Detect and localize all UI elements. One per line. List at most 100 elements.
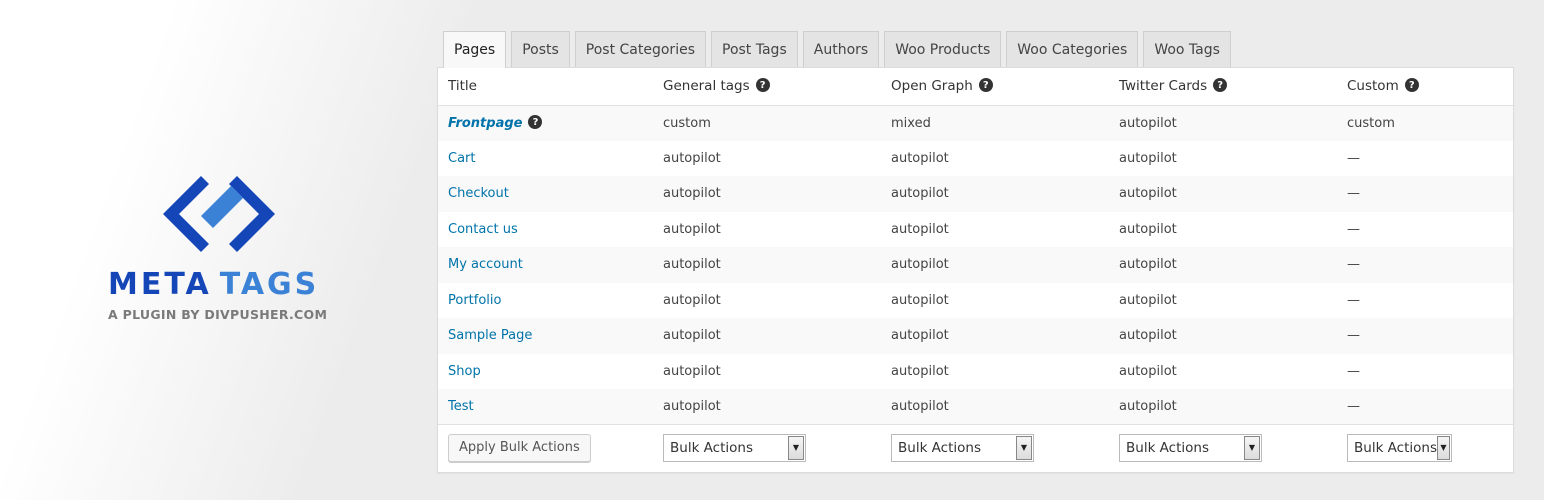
open-graph-cell: autopilot: [891, 221, 949, 237]
bulk-actions-select-general-tags[interactable]: Bulk Actions ▼: [663, 433, 806, 462]
custom-cell: —: [1337, 247, 1513, 283]
bulk-actions-select-value: Bulk Actions: [1126, 439, 1209, 456]
row-title-cell: Sample Page: [438, 318, 653, 354]
custom-cell: —: [1347, 150, 1360, 166]
general-tags-cell: autopilot: [663, 363, 721, 379]
meta-tags-logo-icon: [163, 176, 275, 252]
custom-cell: custom: [1337, 105, 1513, 141]
table-row: Frontpage? custom mixed autopilot custom: [438, 105, 1513, 141]
twitter-cards-cell: autopilot: [1109, 389, 1337, 425]
tab-post-tags[interactable]: Post Tags: [711, 31, 798, 67]
general-tags-cell: autopilot: [653, 389, 881, 425]
table-header-row: Title General tags? Open Graph? Twitter …: [438, 68, 1513, 106]
tab-pages[interactable]: Pages: [443, 31, 507, 68]
custom-cell: —: [1337, 318, 1513, 354]
column-header-title: Title: [438, 68, 653, 106]
row-title-link[interactable]: Checkout: [448, 186, 509, 201]
tab-woo-categories[interactable]: Woo Categories: [1006, 31, 1139, 67]
custom-cell: —: [1337, 176, 1513, 212]
custom-cell: —: [1347, 292, 1360, 308]
general-tags-cell: autopilot: [663, 292, 721, 308]
general-tags-cell: autopilot: [653, 318, 881, 354]
open-graph-cell: autopilot: [891, 363, 949, 379]
table-row: Test autopilot autopilot autopilot —: [438, 389, 1513, 425]
help-icon[interactable]: ?: [978, 78, 993, 93]
column-header-general-tags: General tags?: [653, 68, 881, 106]
column-header-open-graph: Open Graph?: [881, 68, 1109, 106]
dropdown-arrow-icon: ▼: [1016, 435, 1032, 460]
help-icon[interactable]: ?: [1404, 78, 1419, 93]
brand-block: META TAGS A PLUGIN BY DIVPUSHER.COM: [108, 174, 330, 322]
twitter-cards-cell: autopilot: [1119, 292, 1177, 308]
bulk-actions-select-custom[interactable]: Bulk Actions ▼: [1347, 433, 1452, 462]
tab-woo-tags[interactable]: Woo Tags: [1143, 31, 1231, 67]
column-custom-label: Custom: [1347, 78, 1399, 95]
open-graph-cell: autopilot: [891, 292, 949, 308]
twitter-cards-cell: autopilot: [1109, 176, 1337, 212]
row-title-cell: My account: [438, 247, 653, 283]
twitter-cards-cell: autopilot: [1109, 105, 1337, 141]
bulk-actions-select-value: Bulk Actions: [1354, 439, 1437, 456]
column-open-graph-label: Open Graph: [891, 78, 973, 95]
row-title-link[interactable]: My account: [448, 257, 523, 272]
row-title-cell: Checkout: [438, 176, 653, 212]
open-graph-cell: autopilot: [881, 318, 1109, 354]
row-title-link[interactable]: Cart: [448, 151, 476, 166]
bulk-actions-select-value: Bulk Actions: [898, 439, 981, 456]
dropdown-arrow-icon: ▼: [1244, 435, 1260, 460]
help-icon[interactable]: ?: [1213, 78, 1228, 93]
general-tags-cell: autopilot: [663, 221, 721, 237]
tab-posts[interactable]: Posts: [511, 31, 570, 67]
pages-table: Title General tags? Open Graph? Twitter …: [438, 68, 1513, 471]
bulk-actions-select-value: Bulk Actions: [670, 439, 753, 456]
general-tags-cell: custom: [653, 105, 881, 141]
twitter-cards-cell: autopilot: [1109, 247, 1337, 283]
tab-authors[interactable]: Authors: [802, 31, 880, 67]
custom-cell: —: [1337, 389, 1513, 425]
open-graph-cell: autopilot: [881, 176, 1109, 212]
help-icon[interactable]: ?: [755, 78, 770, 93]
open-graph-cell: autopilot: [891, 150, 949, 166]
row-title-link[interactable]: Frontpage: [448, 116, 522, 131]
column-twitter-cards-label: Twitter Cards: [1119, 78, 1208, 95]
bulk-actions-row: Apply Bulk Actions Bulk Actions ▼ Bulk A…: [438, 424, 1513, 471]
twitter-cards-cell: autopilot: [1119, 150, 1177, 166]
brand-title-word-tags: TAGS: [219, 267, 320, 302]
twitter-cards-cell: autopilot: [1119, 221, 1177, 237]
tab-post-categories[interactable]: Post Categories: [574, 31, 706, 67]
table-row: My account autopilot autopilot autopilot…: [438, 247, 1513, 283]
row-title-link[interactable]: Test: [448, 399, 474, 414]
tab-woo-products[interactable]: Woo Products: [884, 31, 1002, 67]
open-graph-cell: mixed: [881, 105, 1109, 141]
brand-title-word-meta: META: [108, 267, 212, 302]
general-tags-cell: autopilot: [653, 176, 881, 212]
row-title-link[interactable]: Shop: [448, 364, 481, 379]
bulk-actions-select-open-graph[interactable]: Bulk Actions ▼: [891, 433, 1034, 462]
table-row: Shop autopilot autopilot autopilot —: [438, 354, 1513, 390]
dropdown-arrow-icon: ▼: [1437, 435, 1450, 460]
custom-cell: —: [1347, 221, 1360, 237]
table-row: Contact us autopilot autopilot autopilot…: [438, 212, 1513, 248]
bulk-actions-select-twitter-cards[interactable]: Bulk Actions ▼: [1119, 433, 1262, 462]
row-title-cell: Frontpage?: [438, 105, 653, 141]
twitter-cards-cell: autopilot: [1119, 363, 1177, 379]
general-tags-cell: autopilot: [653, 247, 881, 283]
meta-tags-panel: Title General tags? Open Graph? Twitter …: [437, 67, 1514, 473]
help-icon[interactable]: ?: [528, 115, 543, 129]
row-title-link[interactable]: Contact us: [448, 222, 518, 237]
column-title-label: Title: [448, 78, 477, 95]
column-general-tags-label: General tags: [663, 78, 750, 95]
row-title-cell: Portfolio: [438, 283, 653, 319]
general-tags-cell: autopilot: [663, 150, 721, 166]
open-graph-cell: autopilot: [881, 389, 1109, 425]
dropdown-arrow-icon: ▼: [788, 435, 804, 460]
row-title-link[interactable]: Portfolio: [448, 293, 501, 308]
brand-subtitle: A PLUGIN BY DIVPUSHER.COM: [108, 307, 328, 322]
column-header-twitter-cards: Twitter Cards?: [1109, 68, 1337, 106]
row-title-link[interactable]: Sample Page: [448, 328, 532, 343]
tab-bar: Pages Posts Post Categories Post Tags Au…: [443, 31, 1231, 68]
row-title-cell: Cart: [438, 141, 653, 177]
table-row: Cart autopilot autopilot autopilot —: [438, 141, 1513, 177]
apply-bulk-actions-button[interactable]: Apply Bulk Actions: [448, 433, 591, 462]
row-title-cell: Shop: [438, 354, 653, 390]
